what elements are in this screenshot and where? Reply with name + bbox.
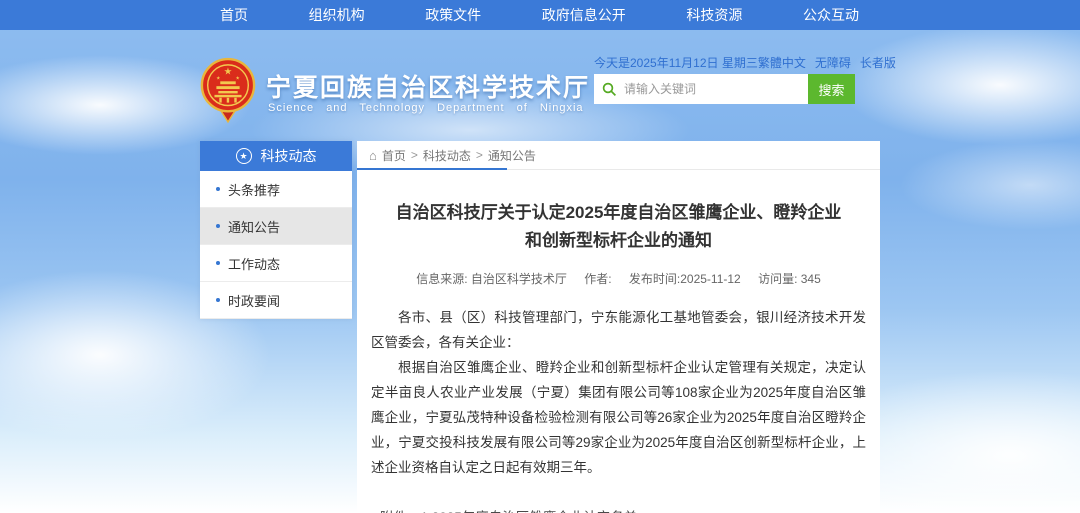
article-body: 各市、县（区）科技管理部门，宁东能源化工基地管委会，银川经济技术开发区管委会，各… — [371, 305, 866, 480]
attachments-block: 附件： 1.2025年度自治区雏鹰企业认定名单 2.2025年度自治区瞪羚企业认… — [371, 507, 866, 513]
sidebar: ★ 科技动态 头条推荐 通知公告 工作动态 时政要闻 — [200, 141, 352, 319]
home-icon: ⌂ — [369, 149, 377, 162]
article-paragraph: 根据自治区雏鹰企业、瞪羚企业和创新型标杆企业认定管理有关规定，决定认定半亩良人农… — [371, 355, 866, 480]
breadcrumb-notices[interactable]: 通知公告 — [488, 147, 536, 164]
search-bar: 搜索 — [594, 74, 855, 104]
article-title-line2: 和创新型标杆企业的通知 — [371, 227, 866, 255]
meta-publish-date: 发布时间:2025-11-12 — [629, 272, 741, 286]
sidebar-item-headline-recommend[interactable]: 头条推荐 — [200, 171, 352, 208]
meta-source: 信息来源: 自治区科学技术厅 — [416, 272, 567, 286]
sidebar-item-label: 工作动态 — [228, 254, 280, 273]
nav-item-policy-documents[interactable]: 政策文件 — [417, 5, 489, 25]
link-elder-version[interactable]: 长者版 — [860, 54, 896, 71]
page-background: 首页 组织机构 政策文件 政府信息公开 科技资源 公众互动 ★ ★ ★ 宁夏回族… — [0, 0, 1080, 513]
main-content-panel: ⌂ 首页 > 科技动态 > 通知公告 自治区科技厅关于认定2025年度自治区雏鹰… — [357, 141, 880, 513]
sidebar-item-label: 通知公告 — [228, 217, 280, 236]
search-button[interactable]: 搜索 — [808, 74, 855, 104]
site-title: 宁夏回族自治区科学技术厅 — [266, 68, 590, 104]
cloud-decoration — [900, 140, 1080, 230]
sidebar-item-label: 头条推荐 — [228, 180, 280, 199]
breadcrumb-separator: > — [476, 148, 483, 162]
attachments-label: 附件： — [380, 507, 421, 513]
bullet-dot-icon — [216, 187, 220, 191]
sidebar-item-work-updates[interactable]: 工作动态 — [200, 245, 352, 282]
breadcrumb-separator: > — [411, 148, 418, 162]
attachments-list: 1.2025年度自治区雏鹰企业认定名单 2.2025年度自治区瞪羚企业认定名单 … — [421, 507, 678, 513]
bullet-dot-icon — [216, 261, 220, 265]
article-title-line1: 自治区科技厅关于认定2025年度自治区雏鹰企业、瞪羚企业 — [371, 199, 866, 227]
bullet-dot-icon — [216, 298, 220, 302]
meta-author: 作者: — [584, 272, 611, 286]
bullet-dot-icon — [216, 224, 220, 228]
cloud-decoration — [840, 25, 1080, 145]
link-traditional-chinese[interactable]: 繁體中文 — [758, 54, 806, 71]
search-input[interactable] — [624, 82, 800, 96]
article: 自治区科技厅关于认定2025年度自治区雏鹰企业、瞪羚企业 和创新型标杆企业的通知… — [357, 199, 880, 513]
search-icon — [602, 82, 617, 97]
circled-star-icon: ★ — [236, 148, 252, 164]
sidebar-header: ★ 科技动态 — [200, 141, 352, 171]
svg-text:★: ★ — [216, 75, 221, 81]
article-title: 自治区科技厅关于认定2025年度自治区雏鹰企业、瞪羚企业 和创新型标杆企业的通知 — [371, 199, 866, 255]
breadcrumb-home[interactable]: 首页 — [382, 147, 406, 164]
header-links: 繁體中文 无障碍 长者版 — [758, 54, 896, 71]
nav-items-container: 首页 组织机构 政策文件 政府信息公开 科技资源 公众互动 — [212, 0, 867, 30]
sidebar-title: 科技动态 — [261, 146, 317, 166]
sidebar-item-notices[interactable]: 通知公告 — [200, 208, 352, 245]
header-utility-row: 今天是2025年11月12日 星期三 繁體中文 无障碍 长者版 — [594, 54, 874, 71]
breadcrumb-tech-news[interactable]: 科技动态 — [423, 147, 471, 164]
sidebar-item-label: 时政要闻 — [228, 291, 280, 310]
nav-item-organization[interactable]: 组织机构 — [301, 5, 373, 25]
svg-text:★: ★ — [235, 75, 240, 81]
nav-item-gov-info-disclosure[interactable]: 政府信息公开 — [534, 5, 634, 25]
site-subtitle-english: Science and Technology Department of Nin… — [268, 102, 584, 114]
national-emblem-logo: ★ ★ ★ — [199, 56, 257, 126]
nav-item-home[interactable]: 首页 — [212, 5, 256, 25]
top-navigation-bar: 首页 组织机构 政策文件 政府信息公开 科技资源 公众互动 — [0, 0, 1080, 30]
attachment-link-eagle-list[interactable]: 1.2025年度自治区雏鹰企业认定名单 — [421, 507, 678, 513]
link-accessibility[interactable]: 无障碍 — [815, 54, 851, 71]
article-meta: 信息来源: 自治区科学技术厅 作者: 发布时间:2025-11-12 访问量: … — [371, 270, 866, 287]
svg-text:★: ★ — [224, 67, 233, 78]
sidebar-item-current-politics[interactable]: 时政要闻 — [200, 282, 352, 319]
meta-view-count: 访问量: 345 — [758, 272, 821, 286]
nav-item-tech-resources[interactable]: 科技资源 — [678, 5, 750, 25]
today-date-text: 今天是2025年11月12日 星期三 — [594, 54, 758, 71]
article-paragraph: 各市、县（区）科技管理部门，宁东能源化工基地管委会，银川经济技术开发区管委会，各… — [371, 305, 866, 355]
nav-item-public-interaction[interactable]: 公众互动 — [795, 5, 867, 25]
search-input-wrap — [594, 74, 808, 104]
breadcrumb: ⌂ 首页 > 科技动态 > 通知公告 — [357, 141, 880, 170]
